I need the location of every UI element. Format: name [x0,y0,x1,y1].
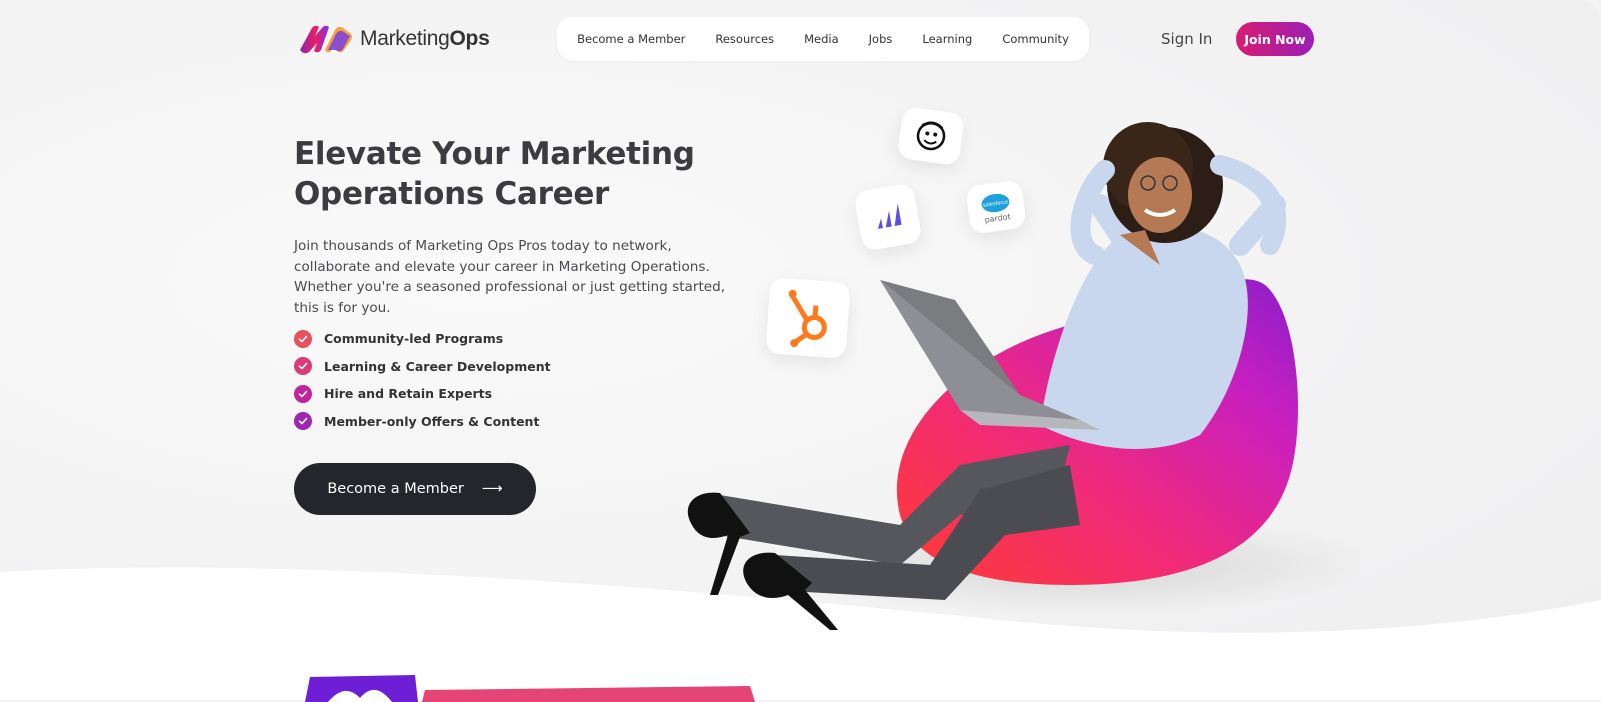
mailchimp-icon [896,105,966,167]
join-now-button[interactable]: Join Now [1236,22,1314,56]
cta-label: Become a Member [327,481,464,497]
feature-label: Community-led Programs [324,331,504,347]
feature-item: Community-led Programs [294,325,551,353]
check-icon [294,329,312,348]
check-icon [294,384,312,403]
nav-media[interactable]: Media [789,32,854,46]
marketo-icon [853,182,923,252]
check-icon [294,357,312,376]
logo-mark-icon [300,25,352,54]
salesforce-pardot-icon: salesforce pardot [964,179,1028,235]
feature-item: Member-only Offers & Content [294,408,551,436]
feature-label: Hire and Retain Experts [324,386,493,402]
nav-learning[interactable]: Learning [907,32,987,46]
feature-label: Member-only Offers & Content [324,413,540,429]
become-member-button[interactable]: Become a Member ⟶ [294,463,536,515]
arrow-right-icon: ⟶ [481,481,503,497]
nav-community[interactable]: Community [987,32,1084,46]
nav-resources[interactable]: Resources [700,32,789,46]
woman-on-beanbag-image [687,122,1380,630]
feature-list: Community-led Programs Learning & Career… [294,325,551,435]
nav-jobs[interactable]: Jobs [854,32,908,46]
feature-label: Learning & Career Development [324,358,551,374]
next-section-banner-image [305,675,755,702]
feature-item: Learning & Career Development [294,353,551,381]
nav-become-member[interactable]: Become a Member [562,32,700,46]
hubspot-icon [765,277,851,359]
hero-illustration: salesforce pardot [600,95,1380,655]
feature-item: Hire and Retain Experts [294,380,551,408]
main-nav: Become a Member Resources Media Jobs Lea… [557,17,1089,61]
logo[interactable]: MarketingOps [298,22,490,56]
logo-text: MarketingOps [360,27,490,50]
sign-in-link[interactable]: Sign In [1161,30,1212,48]
check-icon [294,412,312,431]
site-header: MarketingOps Become a Member Resources M… [0,0,1601,80]
